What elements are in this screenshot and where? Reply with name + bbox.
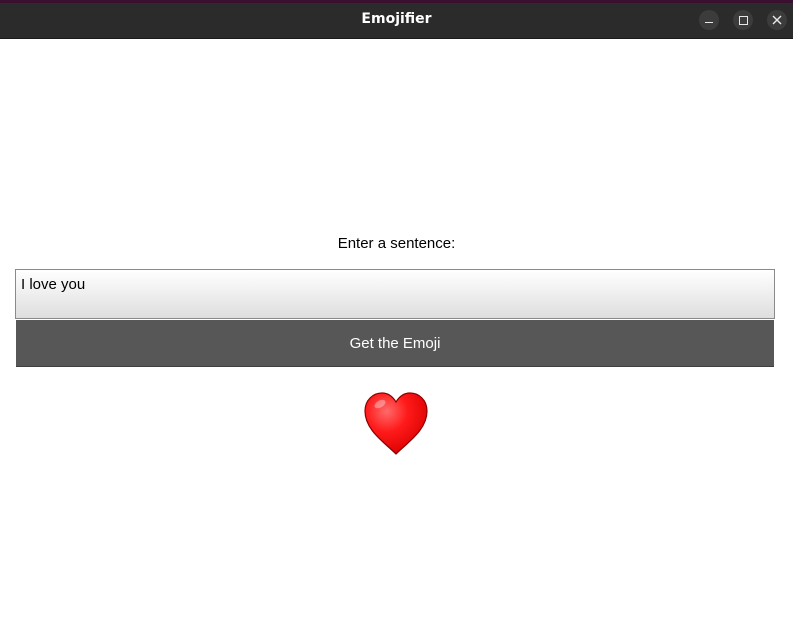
maximize-button[interactable] [733, 10, 753, 30]
close-icon [772, 15, 782, 25]
background-window-edge [0, 0, 793, 3]
get-emoji-button[interactable]: Get the Emoji [16, 320, 774, 367]
window-title: Emojifier [361, 11, 432, 27]
sentence-input[interactable]: I love you [15, 269, 775, 319]
maximize-icon [739, 16, 748, 25]
title-bar[interactable]: Emojifier [0, 0, 793, 39]
minimize-icon [705, 22, 713, 23]
sentence-prompt-label: Enter a sentence: [337, 235, 456, 252]
minimize-button[interactable] [699, 10, 719, 30]
app-window: Emojifier Enter a sentence: I love you G… [0, 0, 793, 625]
red-heart-icon [364, 392, 428, 455]
close-button[interactable] [767, 10, 787, 30]
